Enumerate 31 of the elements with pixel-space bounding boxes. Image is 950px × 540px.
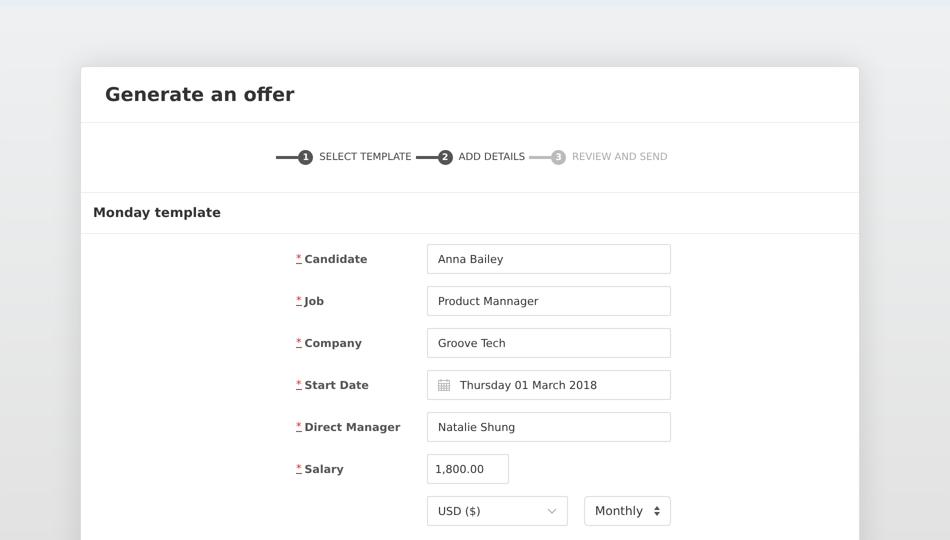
field-label: Candidate — [304, 252, 368, 266]
step-label: ADD DETAILS — [458, 152, 526, 163]
step-label: SELECT TEMPLATE — [319, 152, 412, 163]
up-down-arrows-icon — [654, 506, 660, 516]
field-label: Start Date — [304, 378, 369, 392]
text-field[interactable]: Product Mannager — [427, 286, 671, 316]
field-label: Direct Manager — [304, 420, 400, 434]
currency-dropdown[interactable]: USD ($) — [427, 496, 568, 526]
text-field[interactable]: Anna Bailey — [427, 244, 671, 274]
calendar-icon — [438, 379, 450, 391]
field-label: Job — [304, 294, 324, 308]
step-number: 3 — [551, 150, 566, 165]
field-label: Company — [304, 336, 362, 350]
text-field[interactable]: Natalie Shung — [427, 412, 671, 442]
step-label: REVIEW AND SEND — [572, 152, 668, 163]
required-mark: * — [296, 422, 302, 432]
salary-field[interactable]: 1,800.00 — [427, 454, 509, 484]
required-mark: * — [296, 380, 302, 390]
required-mark: * — [296, 254, 302, 264]
required-mark: * — [296, 338, 302, 348]
text-field[interactable]: Groove Tech — [427, 328, 671, 358]
section-title: Monday template — [93, 206, 221, 220]
field-label: Salary — [304, 462, 344, 476]
dialog-title: Generate an offer — [105, 84, 294, 106]
step-number: 1 — [298, 150, 314, 165]
required-mark: * — [296, 464, 302, 474]
frequency-select[interactable]: Monthly — [584, 496, 671, 526]
date-field[interactable]: Thursday 01 March 2018 — [427, 370, 671, 400]
required-mark: * — [296, 296, 302, 306]
chevron-down-icon — [547, 508, 557, 514]
step-number: 2 — [438, 150, 453, 165]
